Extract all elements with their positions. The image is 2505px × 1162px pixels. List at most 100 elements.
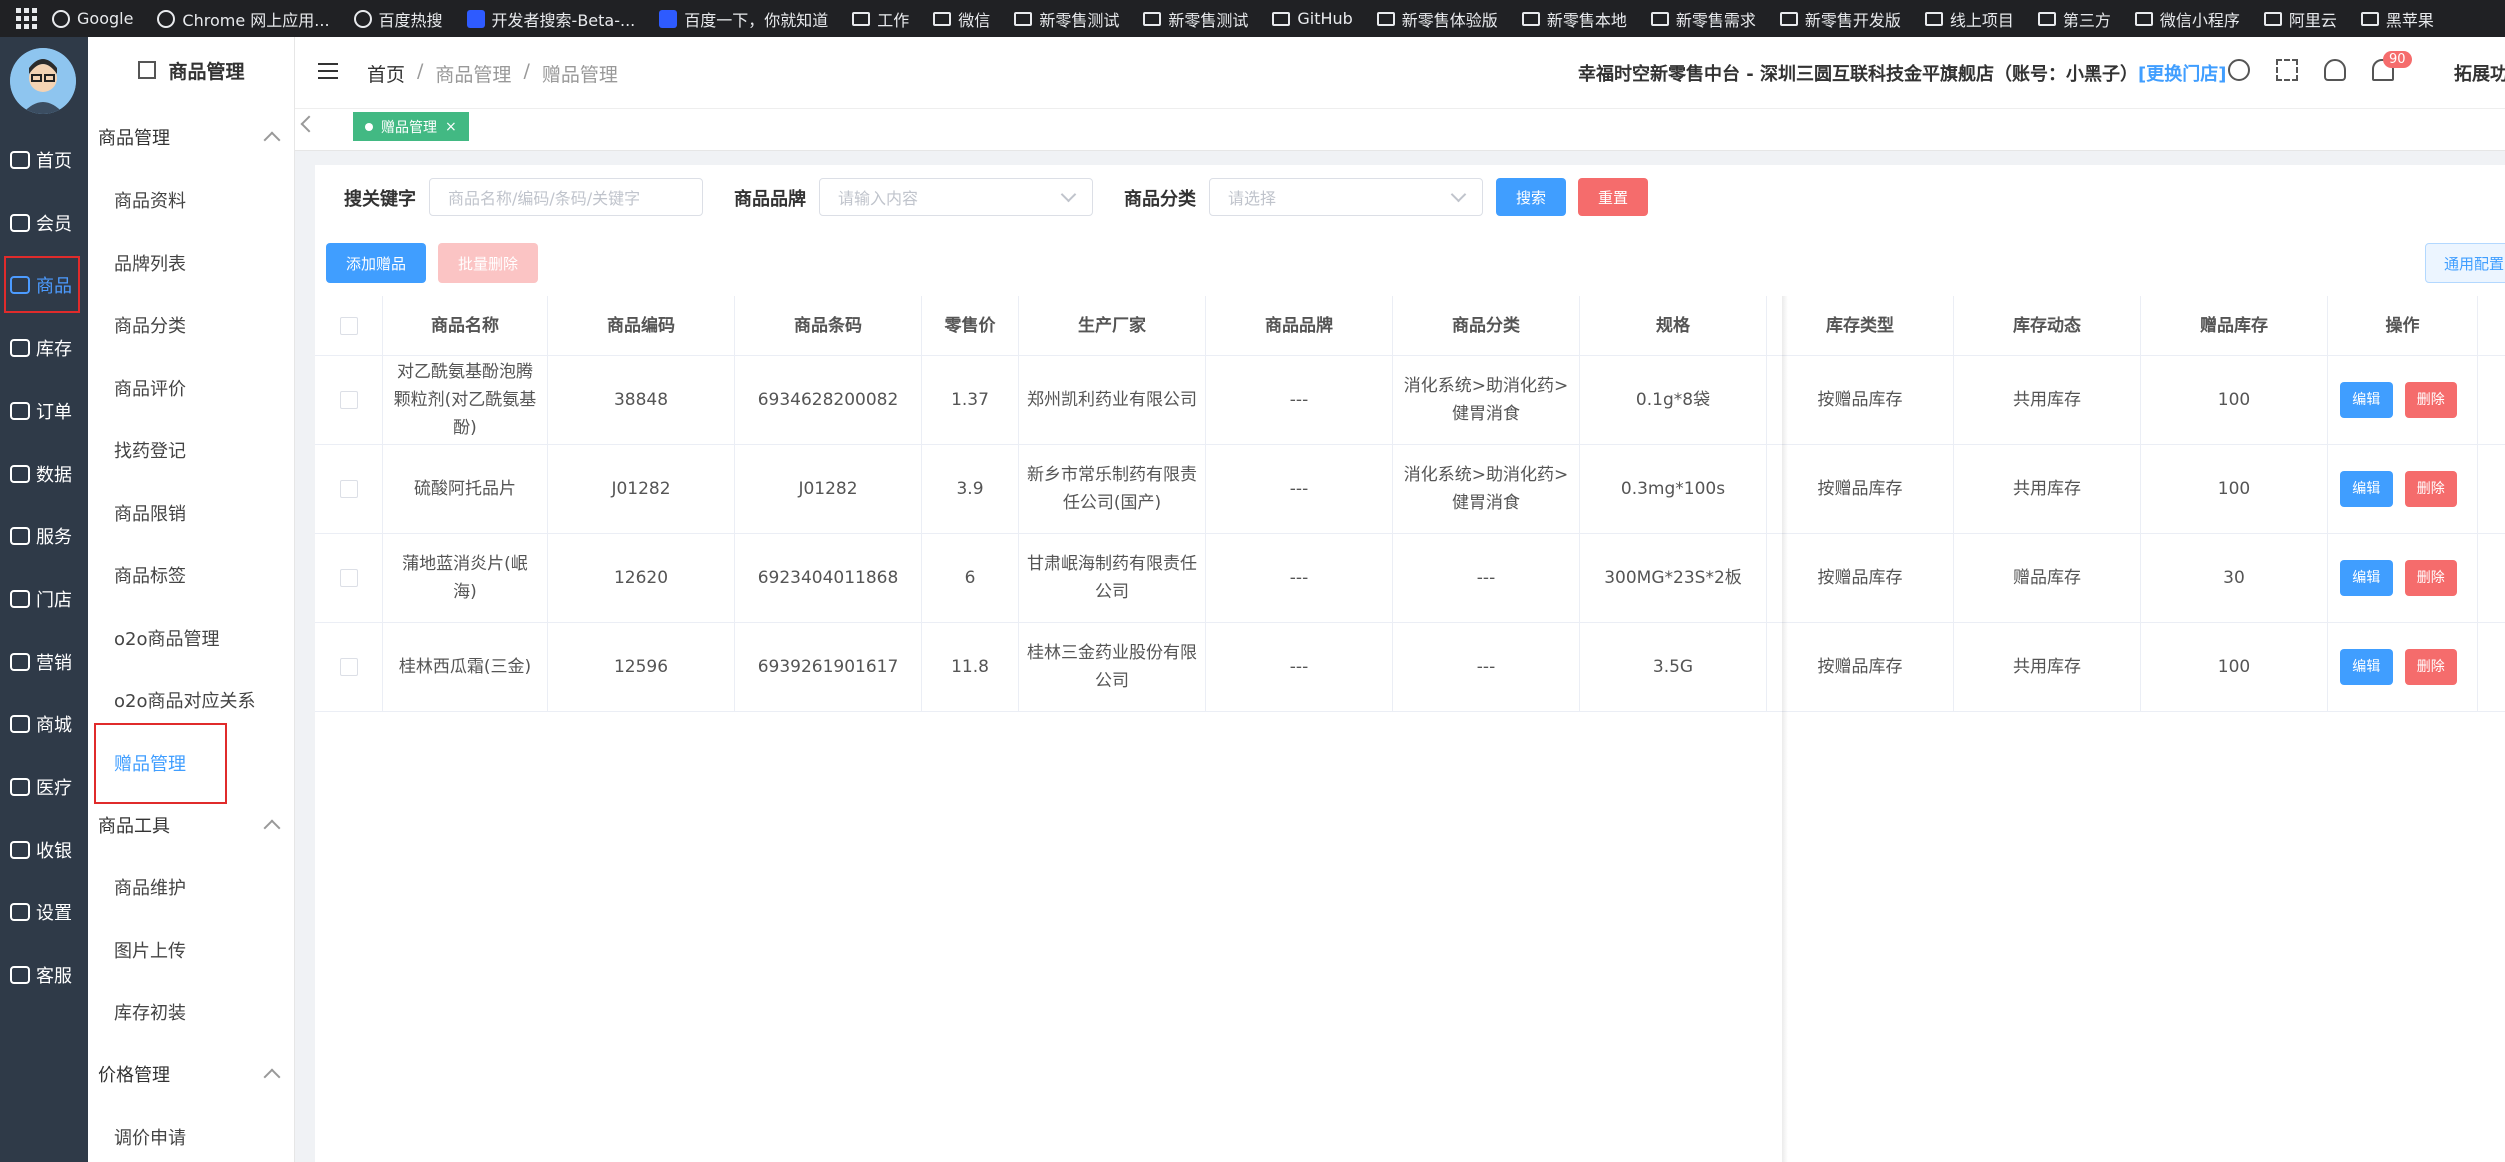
globe-icon bbox=[157, 9, 176, 28]
table-cell: 硫酸阿托品片 bbox=[383, 445, 548, 533]
add-gift-button[interactable]: 添加赠品 bbox=[326, 243, 426, 283]
rail-item[interactable]: 收银 bbox=[0, 824, 88, 876]
subnav-group-header[interactable]: 商品工具 bbox=[98, 812, 281, 838]
bookmark-item[interactable]: 百度一下，你就知道 bbox=[659, 7, 828, 31]
row-checkbox[interactable] bbox=[339, 391, 358, 409]
brand-label: 商品品牌 bbox=[734, 189, 806, 210]
row-checkbox[interactable] bbox=[339, 569, 358, 587]
rail-item[interactable]: 医疗 bbox=[0, 761, 88, 813]
bookmark-item[interactable]: 百度热搜 bbox=[353, 7, 443, 31]
column-header: 商品分类 bbox=[1393, 296, 1580, 355]
subnav-item[interactable]: 调价申请 bbox=[114, 1124, 186, 1150]
column-header: 规格 bbox=[1580, 296, 1767, 355]
bookmark-item[interactable]: 工作 bbox=[852, 7, 909, 31]
rail-item[interactable]: 商城 bbox=[0, 698, 88, 750]
search-icon[interactable] bbox=[2228, 59, 2250, 81]
store-info: 幸福时空新零售中台 - 深圳三圆互联科技金平旗舰店（账号：小黑子）[更换门店] bbox=[1578, 64, 2227, 85]
breadcrumb-home[interactable]: 首页 bbox=[367, 60, 405, 87]
bookmark-item[interactable]: Chrome 网上应用... bbox=[157, 7, 330, 31]
table-cell: 1.37 bbox=[922, 356, 1019, 444]
avatar[interactable] bbox=[10, 48, 76, 114]
subnav-group-header[interactable]: 价格管理 bbox=[98, 1061, 281, 1087]
subnav-item[interactable]: 图片上传 bbox=[114, 937, 186, 963]
subnav-group-header[interactable]: 商品管理 bbox=[98, 124, 281, 150]
subnav-item[interactable]: 找药登记 bbox=[114, 437, 186, 463]
gift-table: 商品名称 商品编码 商品条码 零售价 生产厂家 商品品牌 商品分类 规格 库存类型 库存动态 赠品库… bbox=[315, 296, 2505, 712]
rail-item[interactable]: 库存 bbox=[0, 322, 88, 374]
column-header: 操作 bbox=[2328, 296, 2478, 355]
bookmark-item[interactable]: 新零售本地 bbox=[1521, 7, 1627, 31]
rail-item[interactable]: 订单 bbox=[0, 385, 88, 437]
nav-icon bbox=[10, 715, 30, 734]
bookmark-item[interactable]: 开发者搜索-Beta-... bbox=[466, 7, 635, 31]
expand-features[interactable]: 拓展功 bbox=[2454, 60, 2505, 86]
bookmark-item[interactable]: 第三方 bbox=[2037, 7, 2111, 31]
tab-gift-management[interactable]: 赠品管理 × bbox=[353, 112, 469, 141]
apps-grid-icon[interactable] bbox=[16, 7, 38, 30]
fullscreen-icon[interactable] bbox=[2276, 59, 2298, 81]
subnav-item[interactable]: 商品标签 bbox=[114, 562, 186, 588]
bookmark-item[interactable]: 微信小程序 bbox=[2134, 7, 2240, 31]
table-cell: 11.8 bbox=[922, 623, 1019, 711]
select-all-checkbox[interactable] bbox=[339, 316, 358, 335]
subnav-item[interactable]: 商品资料 bbox=[114, 187, 186, 213]
nav-icon bbox=[10, 903, 30, 922]
bookmark-item[interactable]: 微信 bbox=[933, 7, 990, 31]
subnav-item[interactable]: 库存初装 bbox=[114, 999, 186, 1025]
bookmark-item[interactable]: 新零售需求 bbox=[1650, 7, 1756, 31]
delete-button[interactable]: 删除 bbox=[2404, 649, 2457, 685]
delete-button[interactable]: 删除 bbox=[2404, 471, 2457, 507]
row-checkbox[interactable] bbox=[339, 658, 358, 676]
subnav-item[interactable]: 品牌列表 bbox=[114, 250, 186, 276]
brand-select[interactable]: 请输入内容 bbox=[819, 178, 1093, 216]
general-config-button[interactable]: 通用配置 bbox=[2425, 243, 2505, 283]
bookmark-item[interactable]: 新零售开发版 bbox=[1779, 7, 1901, 31]
bookmark-item[interactable]: Google bbox=[52, 7, 133, 31]
bookmark-item[interactable]: GitHub bbox=[1272, 7, 1353, 31]
bookmark-item[interactable]: 线上项目 bbox=[1924, 7, 2014, 31]
search-button[interactable]: 搜索 bbox=[1496, 178, 1566, 216]
rail-item[interactable]: 门店 bbox=[0, 573, 88, 625]
globe-icon bbox=[353, 9, 372, 28]
bookmark-item[interactable]: 新零售体验版 bbox=[1376, 7, 1498, 31]
rail-item[interactable]: 营销 bbox=[0, 636, 88, 688]
tab-close-icon[interactable]: × bbox=[445, 119, 457, 135]
delete-button[interactable]: 删除 bbox=[2404, 382, 2457, 418]
switch-store-link[interactable]: [更换门店] bbox=[2138, 64, 2226, 85]
bookmark-item[interactable]: 黑苹果 bbox=[2360, 7, 2434, 31]
delete-button[interactable]: 删除 bbox=[2404, 560, 2457, 596]
rail-item[interactable]: 服务 bbox=[0, 510, 88, 562]
tabs-bar bbox=[295, 109, 2505, 151]
subnav-item[interactable]: 商品限销 bbox=[114, 500, 186, 526]
subnav-item[interactable]: o2o商品管理 bbox=[114, 625, 219, 651]
subnav-item[interactable]: 商品维护 bbox=[114, 874, 186, 900]
chevron-up-icon bbox=[263, 1068, 281, 1086]
bookmark-item[interactable]: 新零售测试 bbox=[1143, 7, 1248, 31]
bookmark-item[interactable]: 阿里云 bbox=[2263, 7, 2337, 31]
batch-delete-button[interactable]: 批量删除 bbox=[438, 243, 538, 283]
subnav-item[interactable]: 商品评价 bbox=[114, 375, 186, 401]
folder-icon bbox=[1014, 11, 1033, 26]
category-select[interactable]: 请选择 bbox=[1209, 178, 1483, 216]
keyword-input[interactable]: 商品名称/编码/条码/关键字 bbox=[429, 178, 703, 216]
edit-button[interactable]: 编辑 bbox=[2340, 560, 2393, 596]
nav-icon bbox=[10, 652, 30, 671]
edit-button[interactable]: 编辑 bbox=[2340, 382, 2393, 418]
user-icon[interactable] bbox=[2324, 59, 2346, 81]
subnav-item[interactable]: 商品分类 bbox=[114, 312, 186, 338]
menu-toggle-icon[interactable] bbox=[318, 63, 338, 79]
reset-button[interactable]: 重置 bbox=[1578, 178, 1648, 216]
rail-item[interactable]: 客服 bbox=[0, 949, 88, 1001]
table-cell: 100 bbox=[2141, 445, 2328, 533]
rail-item[interactable]: 数据 bbox=[0, 448, 88, 500]
subnav-item[interactable]: o2o商品对应关系 bbox=[114, 687, 255, 713]
table-cell: 消化系统>助消化药>健胃消食 bbox=[1393, 445, 1580, 533]
edit-button[interactable]: 编辑 bbox=[2340, 471, 2393, 507]
rail-item[interactable]: 设置 bbox=[0, 886, 88, 938]
edit-button[interactable]: 编辑 bbox=[2340, 649, 2393, 685]
bookmark-item[interactable]: 新零售测试 bbox=[1014, 7, 1119, 31]
rail-item[interactable]: 会员 bbox=[0, 197, 88, 249]
rail-item[interactable]: 首页 bbox=[0, 134, 88, 186]
breadcrumb-product-mgmt[interactable]: 商品管理 bbox=[435, 60, 511, 87]
row-checkbox[interactable] bbox=[339, 480, 358, 498]
